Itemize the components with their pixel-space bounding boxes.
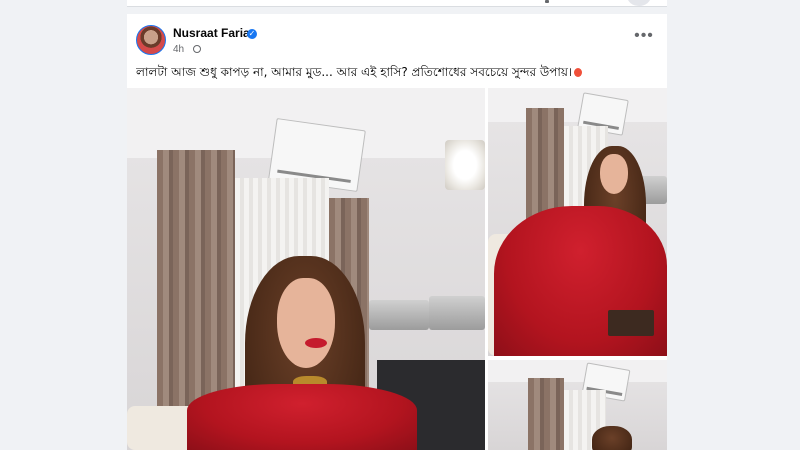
red-dress (187, 384, 417, 450)
chandelier (445, 140, 485, 190)
handbag (608, 310, 654, 336)
author-name[interactable]: Nusraat Faria (173, 26, 250, 40)
author-avatar[interactable] (136, 25, 166, 55)
ceiling (488, 88, 667, 122)
post-caption: লালটা আজ শুধু কাপড় না, আমার মুড... আর এ… (136, 64, 656, 84)
left-gutter (0, 0, 127, 450)
face (600, 154, 628, 194)
lips (305, 338, 327, 348)
post-header: Nusraat Faria ✓ 4h ••• (127, 14, 667, 60)
verified-badge-icon: ✓ (247, 29, 257, 39)
balloon-emoji-icon (574, 68, 583, 77)
previous-post-edge (127, 0, 667, 7)
post-card: Nusraat Faria ✓ 4h ••• লালটা আজ শুধু কাপ… (127, 14, 667, 450)
more-options-button[interactable]: ••• (632, 28, 656, 45)
curtain-left (528, 378, 564, 450)
previous-post-dot (545, 0, 549, 3)
right-gutter (667, 0, 800, 450)
post-timestamp[interactable]: 4h (173, 44, 184, 55)
face (277, 278, 335, 368)
globe-icon (193, 45, 201, 53)
photo-main[interactable] (127, 88, 485, 450)
chafing-dish (429, 296, 485, 330)
hair (592, 426, 632, 450)
post-caption-text: লালটা আজ শুধু কাপড় না, আমার মুড... আর এ… (136, 65, 573, 79)
chafing-dish (369, 300, 429, 330)
photo-top-right[interactable] (488, 88, 667, 356)
ceiling (488, 360, 667, 382)
photo-bottom-right[interactable] (488, 360, 667, 450)
photo-grid (127, 88, 667, 450)
